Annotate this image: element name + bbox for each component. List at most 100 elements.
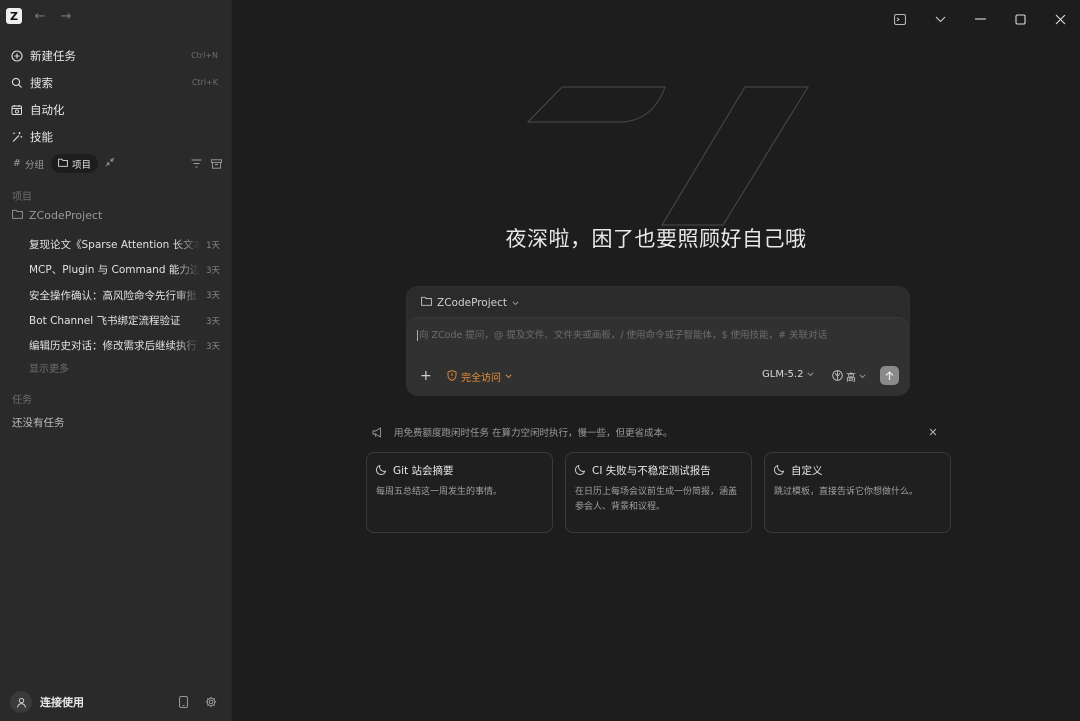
task-list: 复现论文《Sparse Attention 长文本 1天 MCP、Plugin …: [0, 232, 232, 358]
chevron-down-icon: [512, 297, 519, 309]
card-description: 每周五总结这一周发生的事情。: [376, 487, 503, 497]
sidebar-footer: 连接使用: [10, 690, 222, 714]
composer: ZCodeProject 向 ZCode 提问，@ 提及文件、文件夹或画板，/ …: [406, 286, 910, 396]
moon-icon: [774, 464, 785, 478]
chevron-down-icon: [505, 371, 512, 382]
archive-icon[interactable]: [206, 158, 226, 169]
template-card[interactable]: Git 站会摘要 每周五总结这一周发生的事情。: [366, 452, 553, 533]
hash-icon: #: [13, 158, 21, 169]
project-name: ZCodeProject: [29, 209, 103, 222]
card-title: CI 失败与不稳定测试报告: [592, 465, 711, 477]
terminal-icon[interactable]: [880, 6, 920, 32]
sidebar: Z ← → 新建任务 Ctrl+N 搜索 Ctrl+K 自动化 技能 # 分组 …: [0, 0, 232, 721]
model-label: GLM-5.2: [762, 369, 804, 380]
attach-plus-icon[interactable]: +: [420, 368, 432, 384]
menu-automation[interactable]: 自动化: [0, 96, 232, 123]
folder-icon: [421, 296, 432, 309]
zcode-logo-watermark: [527, 86, 809, 226]
menu-skills[interactable]: 技能: [0, 123, 232, 150]
collapse-arrows-icon: [105, 157, 115, 170]
task-item[interactable]: MCP、Plugin 与 Command 能力边界 3天: [0, 257, 232, 282]
prompt-placeholder: 向 ZCode 提问，@ 提及文件、文件夹或画板，/ 使用命令或子智能体，$ 使…: [419, 330, 828, 341]
plus-circle-icon: [11, 49, 23, 62]
moon-icon: [575, 464, 586, 478]
sidebar-menu: 新建任务 Ctrl+N 搜索 Ctrl+K 自动化 技能: [0, 42, 232, 150]
forward-arrow-icon[interactable]: →: [58, 9, 74, 24]
template-card[interactable]: 自定义 跳过模板，直接告诉它你想做什么。: [764, 452, 951, 533]
card-title-row: CI 失败与不稳定测试报告: [575, 463, 742, 478]
filter-group-chip[interactable]: # 分组: [6, 154, 51, 173]
card-title: 自定义: [791, 465, 823, 477]
menu-search-label: 搜索: [30, 75, 53, 90]
greeting-text: 夜深啦，困了也要照顾好自己哦: [505, 227, 807, 251]
minimize-icon[interactable]: [960, 6, 1000, 32]
calendar-clock-icon: [11, 104, 23, 116]
magic-wand-icon: [11, 131, 23, 143]
filter-group-label: 分组: [24, 159, 44, 171]
task-age: 3天: [206, 265, 220, 276]
task-item[interactable]: 编辑历史对话：修改需求后继续执行 3天: [0, 333, 232, 358]
task-age: 3天: [206, 291, 220, 302]
maximize-icon[interactable]: [1000, 6, 1040, 32]
app-window: Z ← → 新建任务 Ctrl+N 搜索 Ctrl+K 自动化 技能 # 分组 …: [0, 0, 1080, 721]
back-arrow-icon[interactable]: ←: [32, 9, 48, 24]
tasks-section-label: 任务: [12, 395, 32, 406]
settings-gear-icon[interactable]: [200, 696, 222, 708]
show-more-link[interactable]: 显示更多: [29, 360, 69, 375]
menu-search[interactable]: 搜索 Ctrl+K: [0, 69, 232, 96]
shield-icon: [447, 369, 457, 384]
avatar[interactable]: [10, 691, 32, 713]
prompt-input[interactable]: 向 ZCode 提问，@ 提及文件、文件夹或画板，/ 使用命令或子智能体，$ 使…: [417, 327, 827, 341]
card-description: 在日历上每场会议前生成一份简报，涵盖参会人、背景和议程。: [575, 487, 738, 512]
task-title: MCP、Plugin 与 Command 能力边界: [29, 264, 201, 277]
task-item[interactable]: Bot Channel 飞书绑定流程验证 3天: [0, 308, 232, 333]
tip-banner: 用免费额度跑闲时任务 在算力空闲时执行，慢一些，但更省成本。: [372, 424, 940, 440]
menu-new-task[interactable]: 新建任务 Ctrl+N: [0, 42, 232, 69]
filter-project-label: 项目: [71, 159, 91, 171]
task-item[interactable]: 安全操作确认：高风险命令先行审批 3天: [0, 283, 232, 308]
folder-icon: [58, 158, 68, 170]
task-age: 3天: [206, 341, 220, 352]
menu-automation-label: 自动化: [30, 102, 65, 117]
template-cards: Git 站会摘要 每周五总结这一周发生的事情。 CI 失败与不稳定测试报告 在日…: [366, 452, 951, 533]
empty-tasks-text: 还没有任务: [12, 417, 65, 429]
access-mode-button[interactable]: 完全访问: [447, 369, 512, 384]
main-panel: 夜深啦，困了也要照顾好自己哦 ZCodeProject 向 ZCode 提问，@…: [232, 0, 1080, 721]
filter-project-chip[interactable]: 项目: [50, 154, 98, 173]
moon-icon: [376, 464, 387, 478]
effort-selector[interactable]: 高: [832, 369, 866, 384]
close-icon[interactable]: [926, 428, 940, 436]
composer-input-area: 向 ZCode 提问，@ 提及文件、文件夹或画板，/ 使用命令或子智能体，$ 使…: [407, 317, 909, 395]
task-title: 编辑历史对话：修改需求后继续执行: [29, 340, 197, 353]
window-controls: [880, 6, 1080, 32]
brain-icon: [832, 369, 843, 384]
filter-icon[interactable]: [186, 159, 206, 168]
project-item[interactable]: ZCodeProject: [12, 209, 102, 222]
projects-section-label: 项目: [12, 192, 32, 203]
template-card[interactable]: CI 失败与不稳定测试报告 在日历上每场会议前生成一份简报，涵盖参会人、背景和议…: [565, 452, 752, 533]
arrow-up-icon: [885, 370, 894, 380]
model-selector[interactable]: GLM-5.2: [762, 369, 814, 380]
task-title: Bot Channel 飞书绑定流程验证: [29, 315, 181, 328]
task-title: 复现论文《Sparse Attention 长文本: [29, 239, 201, 252]
menu-skills-label: 技能: [30, 129, 53, 144]
close-icon[interactable]: [1040, 6, 1080, 32]
send-button[interactable]: [880, 366, 899, 385]
card-title-row: 自定义: [774, 463, 941, 478]
card-description: 跳过模板，直接告诉它你想做什么。: [774, 487, 919, 497]
mobile-device-icon[interactable]: [172, 696, 194, 708]
search-icon: [11, 77, 23, 89]
task-age: 3天: [206, 316, 220, 327]
chevron-down-icon[interactable]: [920, 6, 960, 32]
sidebar-topbar: Z ← →: [6, 8, 74, 24]
menu-new-task-shortcut: Ctrl+N: [191, 51, 218, 60]
card-title: Git 站会摘要: [393, 465, 454, 477]
menu-search-shortcut: Ctrl+K: [191, 78, 218, 87]
sidebar-filterbar: # 分组 项目: [6, 153, 226, 174]
task-item[interactable]: 复现论文《Sparse Attention 长文本 1天: [0, 232, 232, 257]
project-selector[interactable]: ZCodeProject: [421, 296, 519, 309]
effort-label: 高: [846, 373, 856, 384]
user-label[interactable]: 连接使用: [40, 694, 166, 710]
collapse-chip[interactable]: [98, 154, 122, 173]
app-logo: Z: [6, 8, 22, 24]
